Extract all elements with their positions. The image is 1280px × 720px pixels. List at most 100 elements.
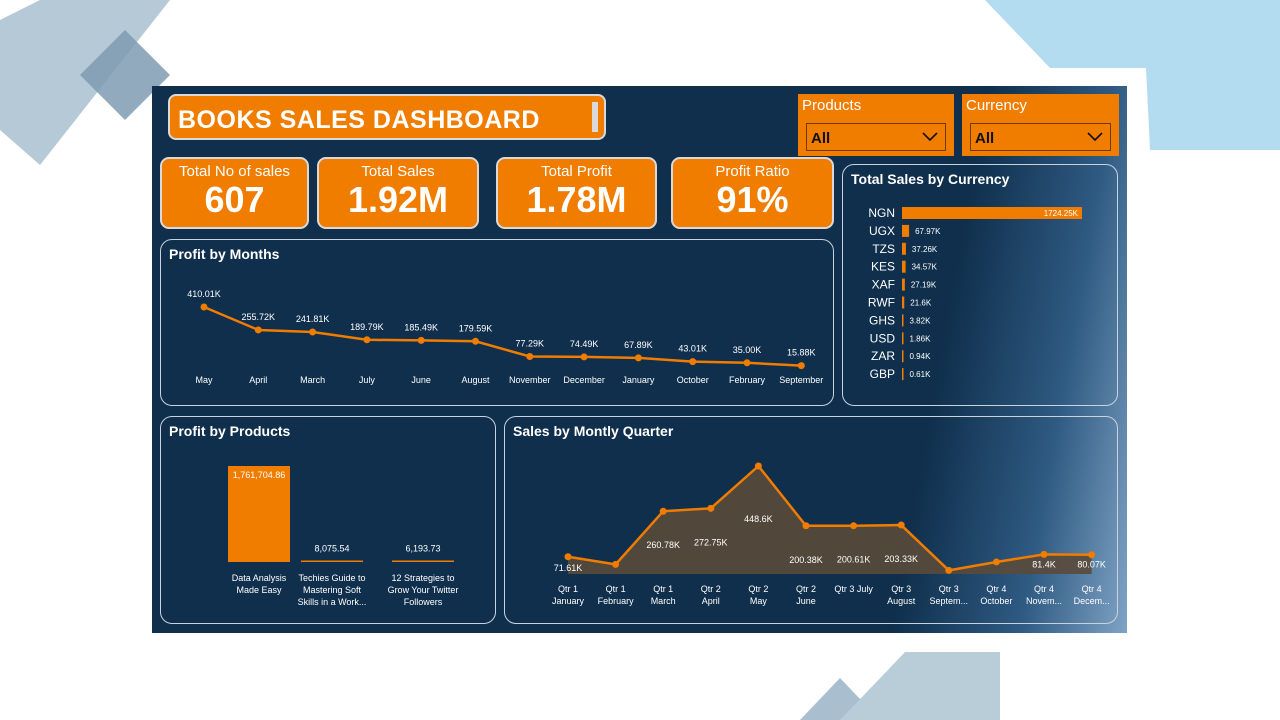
sales-point (754, 462, 762, 470)
profit-point (634, 354, 642, 362)
data-label: 37.26K (912, 245, 938, 254)
profit-point (689, 358, 697, 366)
x-tick-label: January (622, 375, 655, 385)
chevron-down-icon (922, 132, 938, 142)
x-tick-label: April (249, 375, 267, 385)
currency-bar (902, 368, 904, 381)
profit-by-products-card: Profit by Products 1,761,704.86 Data Anal… (160, 416, 496, 624)
currency-bar (902, 296, 905, 309)
currency-bar (902, 242, 906, 255)
y-tick-label: GBP (870, 367, 895, 381)
x-tick-label: Qtr 4 Decem... (1074, 584, 1110, 606)
currency-slicer-label: Currency (966, 97, 1027, 114)
data-label: 3.82K (910, 316, 932, 325)
title-scrollbar (592, 102, 598, 132)
y-tick-label: KES (871, 260, 895, 274)
x-tick-label: Techies Guide to Mastering Soft Skills in … (298, 573, 367, 607)
products-dropdown-value: All (811, 130, 831, 147)
x-tick-label: Qtr 1 February (598, 584, 635, 606)
profit-by-months-card: Profit by Months 410.01K May 255.72K April 2… (160, 239, 834, 406)
y-tick-label: ZAR (871, 349, 895, 363)
data-label: 15.88K (787, 348, 816, 358)
y-tick-label: XAF (872, 278, 895, 292)
data-label: 35.00K (733, 345, 762, 355)
data-label: 272.75K (694, 537, 728, 547)
kpi-value: 91% (716, 179, 789, 220)
x-tick-label: Qtr 2 May (748, 584, 768, 606)
kpi-label: Total No of sales (179, 163, 290, 180)
dashboard-title: BOOKS SALES DASHBOARD (178, 106, 540, 134)
data-label: 1724.25K (1044, 209, 1079, 218)
currency-bar (902, 260, 906, 273)
data-label: 260.78K (646, 540, 680, 550)
profit-point (797, 362, 805, 370)
kpi-value: 607 (204, 179, 265, 220)
data-label: 179.59K (459, 323, 493, 333)
x-tick-label: 12 Strategies to Grow Your Twitter Followe… (388, 573, 459, 607)
profit-line (203, 305, 802, 367)
profit-point (580, 353, 588, 361)
data-label: 1.86K (910, 334, 932, 343)
y-tick-label: UGX (869, 224, 895, 238)
data-label: 185.49K (404, 322, 438, 332)
data-label: 255.72K (242, 312, 276, 322)
profit-point (743, 359, 751, 367)
sales-point (802, 522, 810, 530)
profit-point (363, 336, 371, 344)
sales-point (1088, 551, 1096, 559)
profit-point (526, 353, 534, 361)
data-label: 189.79K (350, 322, 384, 332)
sales-point (945, 566, 953, 574)
data-label: 200.61K (837, 555, 871, 565)
kpi-label: Profit Ratio (715, 163, 790, 180)
sales-point (992, 558, 1000, 566)
data-label: 77.29K (516, 339, 545, 349)
sales-by-quarter-chart: 71.61K Qtr 1 January Qtr 1 February 260.78K Qt… (552, 462, 1110, 606)
sales-by-currency-card: Total Sales by Currency NGN 1724.25K UGX 67… (842, 164, 1118, 406)
x-tick-label: December (563, 375, 605, 385)
x-tick-label: Qtr 1 January (552, 584, 585, 606)
x-tick-label: November (509, 375, 551, 385)
sales-point (707, 504, 715, 512)
data-label: 6,193.73 (405, 544, 440, 554)
profit-point (309, 328, 317, 336)
data-label: 448.6K (744, 514, 773, 524)
data-label: 200.38K (789, 555, 823, 565)
data-label: 43.01K (678, 344, 707, 354)
currency-dropdown-value: All (975, 130, 995, 147)
profit-point (200, 303, 208, 311)
data-label: 74.49K (570, 339, 599, 349)
x-tick-label: Qtr 4 Novem... (1026, 584, 1062, 606)
profit-by-products-chart: 1,761,704.86 Data Analysis Made Easy 8,075.… (228, 466, 459, 607)
sales-by-quarter-card: Sales by Montly Quarter 71.61K Qtr 1 Janua… (504, 416, 1118, 624)
profit-by-months-chart: 410.01K May 255.72K April 241.81K March 189.79… (187, 289, 823, 385)
kpi-label: Total Profit (541, 163, 612, 180)
y-tick-label: TZS (872, 242, 895, 256)
product-bar (392, 560, 454, 562)
x-tick-label: Qtr 3 August (887, 584, 916, 606)
x-tick-label: Qtr 2 June (796, 584, 816, 606)
currency-dropdown[interactable]: All (970, 123, 1111, 151)
data-label: 21.6K (910, 299, 932, 308)
product-bar (301, 560, 363, 562)
currency-bar (902, 332, 904, 345)
currency-bar (902, 224, 910, 237)
data-label: 34.57K (912, 263, 938, 272)
x-tick-label: Qtr 2 April (701, 584, 721, 606)
dashboard-canvas: BOOKS SALES DASHBOARD Products All Curre… (152, 86, 1127, 633)
sales-point (564, 553, 572, 561)
kpi-total-profit: Total Profit 1.78M (496, 157, 657, 229)
kpi-total-no-of-sales: Total No of sales 607 (160, 157, 309, 229)
sales-point (897, 521, 905, 529)
products-slicer-label: Products (802, 97, 862, 114)
data-label: 67.97K (915, 227, 941, 236)
x-tick-label: June (411, 375, 431, 385)
data-label: 27.19K (911, 281, 937, 290)
x-tick-label: Qtr 3 July (834, 584, 873, 594)
data-label: 81.4K (1032, 559, 1056, 569)
y-tick-label: GHS (869, 313, 895, 327)
x-tick-label: September (779, 375, 823, 385)
data-label: 80.07K (1077, 560, 1106, 570)
sales-by-currency-chart: NGN 1724.25K UGX 67.97K TZS 37.26K KES 34.57K XA… (868, 206, 1082, 381)
products-dropdown[interactable]: All (806, 123, 946, 151)
